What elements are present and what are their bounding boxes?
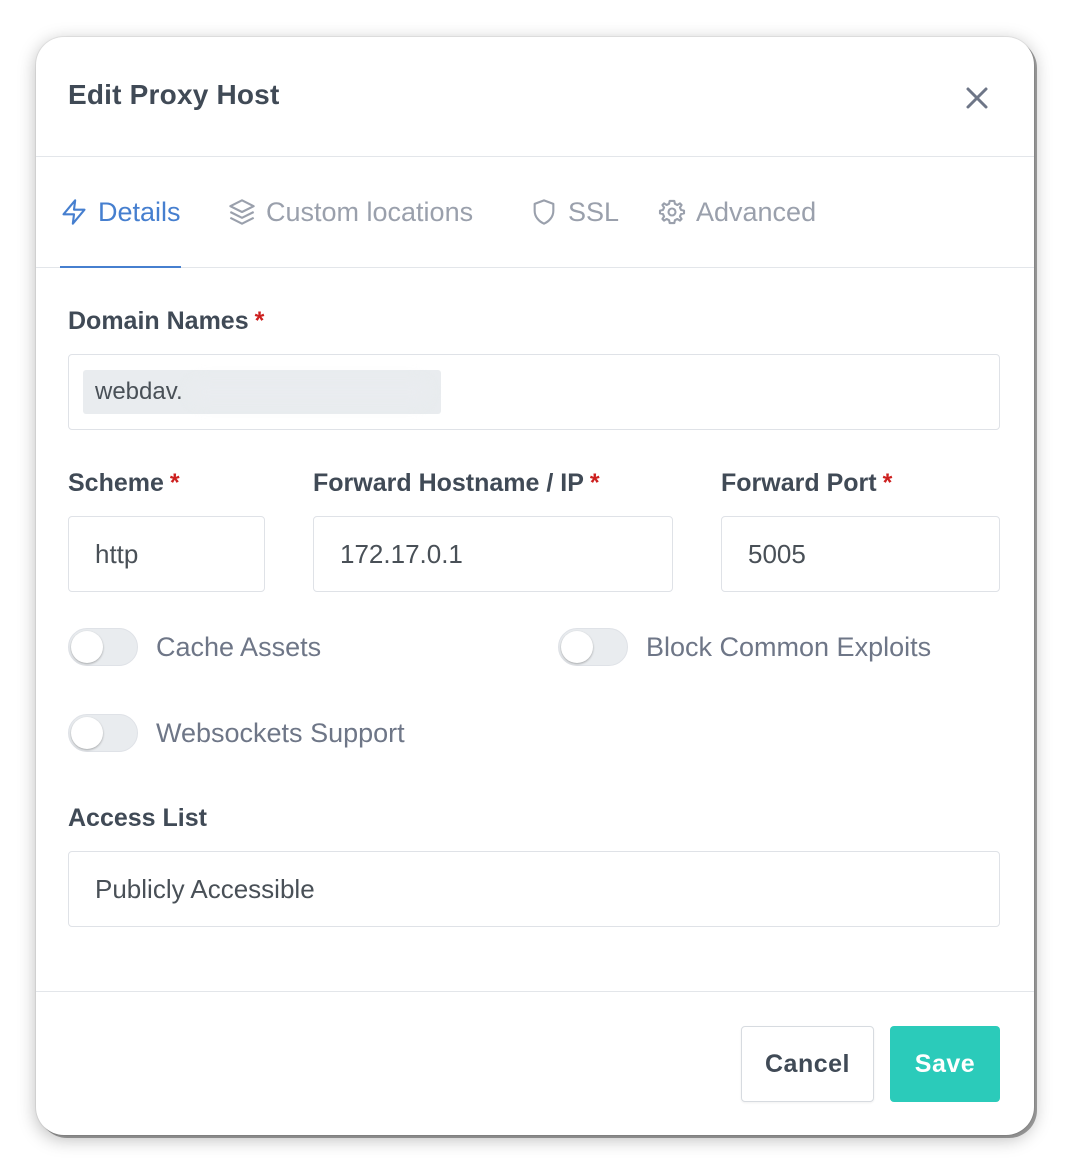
websockets-switch[interactable] [68, 714, 138, 752]
domain-names-label-text: Domain Names [68, 307, 249, 335]
save-button[interactable]: Save [890, 1026, 1000, 1102]
cancel-button[interactable]: Cancel [741, 1026, 874, 1102]
tab-custom-locations[interactable]: Custom locations [228, 157, 473, 267]
websockets-label: Websockets Support [156, 717, 405, 748]
tab-advanced[interactable]: Advanced [658, 157, 816, 267]
scheme-value: http [95, 538, 139, 569]
switch-knob [71, 717, 103, 749]
close-button[interactable] [960, 81, 994, 115]
cache-assets-toggle[interactable]: Cache Assets [68, 628, 321, 666]
tab-ssl[interactable]: SSL [530, 157, 619, 267]
tab-ssl-label: SSL [568, 196, 620, 227]
forward-host-value: 172.17.0.1 [340, 538, 463, 569]
access-list-value: Publicly Accessible [95, 873, 315, 904]
required-mark: * [882, 469, 893, 497]
switch-knob [71, 631, 103, 663]
block-exploits-toggle[interactable]: Block Common Exploits [558, 628, 931, 666]
close-icon [966, 87, 988, 109]
modal-title: Edit Proxy Host [68, 79, 280, 110]
domain-chip-text: webdav. [95, 378, 183, 405]
gear-icon [658, 199, 686, 225]
domain-names-input[interactable]: webdav. [68, 354, 1000, 430]
layers-icon [229, 199, 255, 225]
cache-assets-switch[interactable] [68, 628, 138, 666]
domain-chip[interactable]: webdav. [83, 370, 441, 414]
scheme-label: Scheme * [68, 469, 180, 498]
forward-host-label: Forward Hostname / IP * [313, 469, 600, 498]
forward-port-label: Forward Port * [721, 469, 892, 498]
block-exploits-switch[interactable] [558, 628, 628, 666]
switch-knob [561, 631, 593, 663]
access-list-select[interactable]: Publicly Accessible [68, 851, 1000, 927]
required-mark: * [169, 469, 180, 497]
modal-header: Edit Proxy Host [36, 37, 1034, 157]
scheme-label-text: Scheme [68, 469, 164, 497]
access-list-label: Access List [68, 804, 207, 832]
modal-footer: Cancel Save [36, 991, 1034, 1135]
tab-details[interactable]: Details [60, 157, 181, 268]
lightning-icon [62, 199, 86, 225]
shield-icon [533, 199, 555, 225]
redacted-text [188, 379, 429, 405]
tab-bar: Details Custom locations SSL Advanced [36, 157, 1034, 268]
cache-assets-label: Cache Assets [156, 631, 322, 662]
forward-port-input[interactable]: 5005 [721, 516, 1000, 592]
forward-port-label-text: Forward Port [721, 469, 877, 497]
tab-advanced-label: Advanced [696, 196, 817, 227]
websockets-toggle[interactable]: Websockets Support [68, 714, 405, 752]
forward-host-input[interactable]: 172.17.0.1 [313, 516, 673, 592]
forward-port-value: 5005 [748, 538, 806, 569]
scheme-select[interactable]: http [68, 516, 265, 592]
domain-names-label: Domain Names * [68, 307, 264, 336]
edit-proxy-host-dialog: Edit Proxy Host Details Custom locations [36, 37, 1034, 1135]
tab-custom-locations-label: Custom locations [266, 196, 474, 227]
tab-details-label: Details [98, 196, 181, 227]
block-exploits-label: Block Common Exploits [646, 631, 932, 662]
required-mark: * [254, 307, 265, 335]
forward-host-label-text: Forward Hostname / IP [313, 469, 584, 497]
required-mark: * [589, 469, 600, 497]
